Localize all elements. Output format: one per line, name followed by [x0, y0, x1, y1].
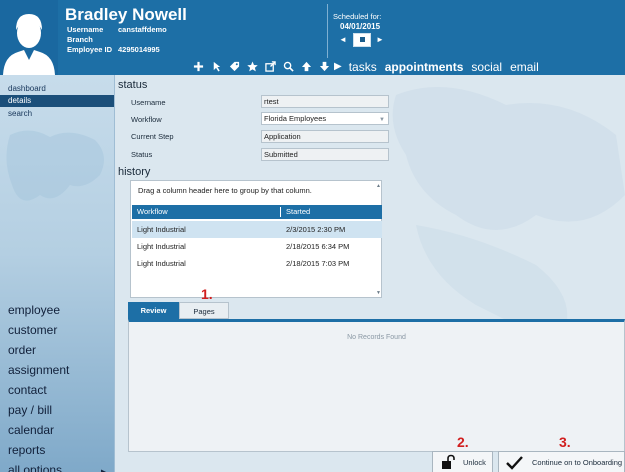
plus-icon[interactable]: [192, 60, 205, 73]
arrow-down-icon[interactable]: [318, 60, 331, 73]
top-nav: ▶ tasks appointments social email: [334, 58, 547, 75]
tab-review[interactable]: Review: [128, 302, 179, 319]
step-marker-1: 1.: [201, 286, 213, 302]
history-grid: Drag a column header here to group by th…: [130, 180, 382, 298]
main-nav-all-options[interactable]: all options: [8, 462, 62, 472]
profile-header: Bradley Nowell Username canstaffdemo Bra…: [0, 0, 625, 75]
step-marker-2: 2.: [457, 434, 469, 450]
scroll-down-icon[interactable]: ▼: [376, 290, 381, 296]
user-name: Bradley Nowell: [65, 5, 187, 24]
today-button[interactable]: [353, 33, 371, 47]
cell-workflow: Light Industrial: [137, 242, 186, 251]
cell-workflow: Light Industrial: [137, 259, 186, 268]
scheduled-date: 04/01/2015: [340, 22, 381, 31]
main-nav-reports[interactable]: reports: [8, 442, 45, 458]
table-row[interactable]: Light Industrial 2/3/2015 2:30 PM: [132, 221, 382, 238]
column-header-started[interactable]: Started: [286, 205, 310, 219]
cell-workflow: Light Industrial: [137, 225, 186, 234]
main-nav-employee[interactable]: employee: [8, 302, 60, 318]
star-icon[interactable]: [246, 60, 259, 73]
chevron-down-icon[interactable]: ▼: [379, 117, 385, 123]
sidebar-item-search[interactable]: search: [0, 108, 114, 120]
username-label: Username: [67, 25, 104, 34]
main-nav-pay-bill[interactable]: pay / bill: [8, 402, 52, 418]
workflow-select[interactable]: Florida Employees: [261, 112, 389, 125]
play-icon[interactable]: ▶: [334, 61, 342, 72]
main-content: status Username rtest Workflow Florida E…: [116, 75, 625, 472]
arrow-up-icon[interactable]: [300, 60, 313, 73]
previous-day-icon[interactable]: ◄: [339, 35, 347, 45]
main-nav-customer[interactable]: customer: [8, 322, 57, 338]
scheduled-label: Scheduled for:: [333, 12, 382, 21]
top-nav-email[interactable]: email: [510, 60, 539, 74]
external-link-icon[interactable]: [264, 60, 277, 73]
status-field[interactable]: Submitted: [261, 148, 389, 161]
unlock-icon: [442, 454, 455, 469]
sidebar-item-dashboard[interactable]: dashboard: [0, 83, 114, 95]
step-marker-3: 3.: [559, 434, 571, 450]
employee-id-value: 4295014995: [118, 45, 160, 54]
main-nav-contact[interactable]: contact: [8, 382, 47, 398]
username-field-label: Username: [131, 98, 166, 107]
header-toolbar: [192, 60, 331, 73]
main-nav-assignment[interactable]: assignment: [8, 362, 69, 378]
table-row[interactable]: Light Industrial 2/18/2015 6:34 PM: [132, 238, 382, 255]
workflow-field-label: Workflow: [131, 115, 162, 124]
next-day-icon[interactable]: ►: [376, 35, 384, 45]
expand-arrow-icon[interactable]: ▶: [101, 465, 106, 472]
current-step-field-label: Current Step: [131, 132, 174, 141]
continue-onboarding-label: Continue on to Onboarding: [532, 457, 623, 467]
branch-label: Branch: [67, 35, 93, 44]
sidebar: dashboard details search employee custom…: [0, 75, 115, 472]
column-header-workflow[interactable]: Workflow: [137, 205, 168, 219]
history-grid-header: Workflow Started: [132, 205, 382, 219]
current-step-field[interactable]: Application: [261, 130, 389, 143]
status-section-title: status: [118, 79, 148, 91]
review-panel: No Records Found: [128, 319, 625, 452]
history-section-title: history: [118, 166, 151, 178]
avatar[interactable]: [0, 0, 58, 75]
top-nav-appointments[interactable]: appointments: [385, 60, 464, 74]
table-row[interactable]: Light Industrial 2/18/2015 7:03 PM: [132, 255, 382, 272]
group-by-hint[interactable]: Drag a column header here to group by th…: [131, 181, 381, 201]
checkmark-icon: [506, 455, 523, 470]
header-divider: [327, 4, 328, 58]
status-field-label: Status: [131, 150, 153, 159]
cell-started: 2/18/2015 7:03 PM: [286, 259, 350, 268]
username-field[interactable]: rtest: [261, 95, 389, 108]
main-nav-calendar[interactable]: calendar: [8, 422, 54, 438]
scroll-up-icon[interactable]: ▲: [376, 183, 381, 189]
top-nav-tasks[interactable]: tasks: [349, 60, 377, 74]
person-silhouette-icon: [0, 0, 58, 75]
pointer-icon[interactable]: [210, 60, 223, 73]
tag-icon[interactable]: [228, 60, 241, 73]
column-divider[interactable]: [280, 207, 281, 217]
main-nav-order[interactable]: order: [8, 342, 36, 358]
no-records-message: No Records Found: [347, 334, 406, 341]
unlock-label: Unlock: [463, 457, 486, 467]
world-map-watermark: [6, 130, 105, 201]
search-icon[interactable]: [282, 60, 295, 73]
unlock-button[interactable]: Unlock: [432, 451, 493, 472]
top-nav-social[interactable]: social: [471, 60, 502, 74]
cell-started: 2/3/2015 2:30 PM: [286, 225, 346, 234]
sidebar-item-details[interactable]: details: [0, 95, 114, 107]
employee-id-label: Employee ID: [67, 45, 113, 54]
username-value: canstaffdemo: [118, 25, 167, 34]
continue-onboarding-button[interactable]: Continue on to Onboarding: [498, 451, 625, 472]
tab-pages[interactable]: Pages: [179, 302, 229, 319]
cell-started: 2/18/2015 6:34 PM: [286, 242, 350, 251]
